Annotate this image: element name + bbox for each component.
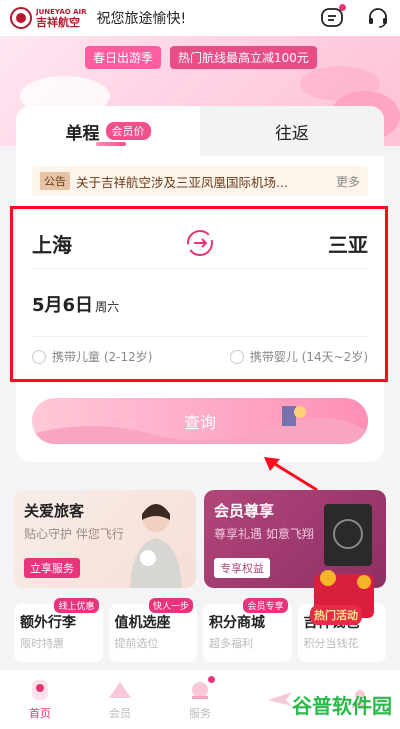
top-header: JUNEYAO AIR 吉祥航空 祝您旅途愉快! [0, 0, 400, 36]
member-card-icon [324, 504, 372, 566]
customer-service-icon[interactable] [366, 6, 390, 30]
child-option[interactable]: 携带儿童 (2-12岁) [32, 348, 152, 365]
nav-home-label: 首页 [29, 707, 51, 720]
tab-one-way[interactable]: 单程 会员价 [16, 106, 200, 156]
infant-radio[interactable] [229, 349, 244, 364]
member-card-button[interactable]: 专享权益 [214, 558, 270, 578]
greeting-text: 祝您旅途愉快! [96, 11, 187, 27]
service-title: 积分商城 [209, 615, 265, 631]
departure-date[interactable]: 5月6日 周六 [32, 291, 119, 317]
trip-type-tabs: 单程 会员价 往返 [16, 106, 384, 156]
swap-cities-icon[interactable] [185, 228, 215, 258]
service-badge: 会员专享 [243, 598, 288, 613]
route-divider [32, 268, 368, 269]
nav-service[interactable]: 服务 [160, 670, 240, 729]
nav-home[interactable]: 首页 [0, 670, 80, 729]
checkin-seat-service[interactable]: 快人一步 值机选座 提前选位 [108, 598, 197, 662]
departure-city[interactable]: 上海 [32, 229, 185, 258]
service-title: 值机选座 [114, 615, 171, 631]
notice-tag: 公告 [40, 172, 70, 190]
arrival-city[interactable]: 三亚 [215, 229, 368, 258]
infant-option[interactable]: 携带婴儿 (14天~2岁) [229, 348, 368, 365]
service-title: 额外行李 [20, 615, 76, 631]
nav-service-label: 服务 [189, 707, 211, 720]
home-icon [32, 680, 48, 700]
care-passenger-card[interactable]: 关爱旅客 贴心守护 伴您飞行 立享服务 [14, 490, 196, 588]
plane-icon [268, 692, 292, 706]
notice-more-link[interactable]: 更多 [336, 173, 360, 190]
service-badge: 快人一步 [148, 598, 193, 613]
annotation-arrow-icon [264, 457, 318, 492]
banner-tag-discount: 热门航线最高立减100元 [170, 46, 317, 69]
date-divider [32, 336, 368, 337]
flight-booking-card: 单程 会员价 往返 公告 关于吉祥航空涉及三亚凤凰国际机场... 更多 上海 三… [10, 106, 388, 462]
banner-tag-spring: 春日出游季 [85, 46, 162, 69]
juneyao-logo-icon [10, 7, 32, 29]
points-mall-service[interactable]: 会员专享 积分商城 超多福利 [203, 598, 292, 662]
weekday-value: 周六 [95, 300, 120, 314]
juneyao-logo: JUNEYAO AIR 吉祥航空 [10, 7, 87, 29]
watermark-text: 谷普软件园 [292, 694, 392, 718]
flight-attendant-icon [130, 504, 182, 588]
service-subtitle: 积分当钱花 [303, 637, 359, 650]
tab-round-trip[interactable]: 往返 [200, 106, 384, 156]
notice-text: 关于吉祥航空涉及三亚凤凰国际机场... [76, 174, 288, 190]
route-selector: 上海 三亚 [32, 218, 368, 268]
logo-chinese: 吉祥航空 [36, 15, 80, 29]
nav-member-label: 会员 [109, 707, 131, 720]
service-subtitle: 超多福利 [209, 637, 253, 650]
message-icon[interactable] [320, 4, 346, 30]
member-price-badge: 会员价 [105, 122, 151, 140]
service-subtitle: 限时特惠 [20, 637, 64, 650]
hot-event-label[interactable]: 热门活动 [310, 605, 362, 625]
member-tent-icon [109, 682, 131, 698]
nav-member[interactable]: 会员 [80, 670, 160, 729]
child-radio[interactable] [32, 349, 46, 364]
notice-bar[interactable]: 公告 关于吉祥航空涉及三亚凤凰国际机场... 更多 [32, 166, 368, 196]
care-card-button[interactable]: 立享服务 [24, 558, 80, 578]
bottom-navigation: 首页 会员 服务 谷普软件园 [0, 669, 400, 729]
date-value: 5月6日 [32, 295, 94, 316]
extra-baggage-service[interactable]: 线上优惠 额外行李 限时特惠 [14, 598, 103, 662]
service-badge: 线上优惠 [54, 598, 99, 613]
search-button-label: 查询 [183, 413, 216, 432]
tab-round-trip-label: 往返 [275, 123, 309, 144]
message-unread-dot [339, 4, 346, 11]
tab-one-way-label: 单程 [65, 123, 100, 144]
service-subtitle: 提前选位 [114, 637, 159, 650]
passenger-options: 携带儿童 (2-12岁) 携带婴儿 (14天~2岁) [32, 348, 368, 365]
service-unread-dot [208, 676, 215, 683]
infant-option-label: 携带婴儿 (14天~2岁) [249, 350, 368, 364]
child-option-label: 携带儿童 (2-12岁) [52, 350, 153, 364]
search-flights-button[interactable]: 查询 [32, 398, 368, 444]
logo-english: JUNEYAO AIR [36, 7, 87, 16]
